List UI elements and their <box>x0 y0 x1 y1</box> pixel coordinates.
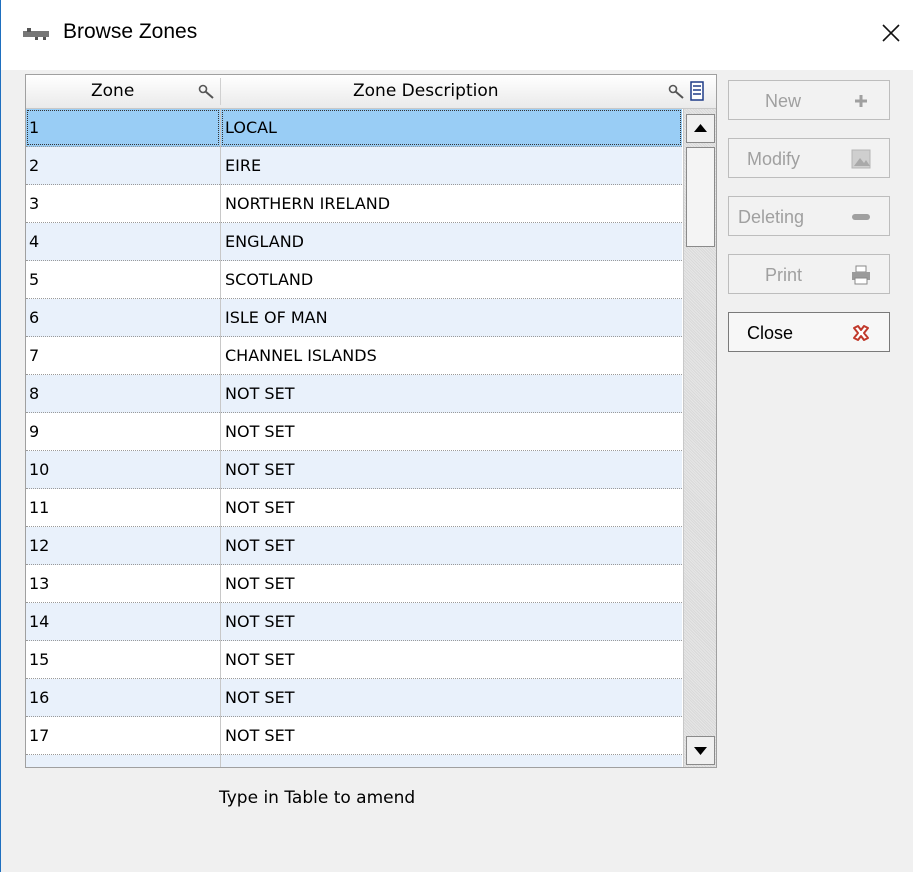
table-row[interactable]: 14 NOT SET <box>26 603 682 641</box>
table-header: Zone Zone Description <box>26 75 716 109</box>
header-separator <box>220 78 221 105</box>
scroll-up-button[interactable] <box>686 114 715 143</box>
table-row[interactable]: 12 NOT SET <box>26 527 682 565</box>
zone-cell[interactable]: 7 <box>26 337 220 374</box>
close-red-icon <box>853 325 869 341</box>
zone-description-cell[interactable]: ISLE OF MAN <box>221 299 682 336</box>
plus-icon <box>855 95 867 107</box>
scroll-down-button[interactable] <box>686 736 715 765</box>
arrow-up-icon <box>694 124 707 132</box>
close-icon[interactable] <box>874 16 908 50</box>
search-key-icon[interactable] <box>198 84 216 100</box>
zone-description-cell[interactable]: NOT SET <box>221 565 682 602</box>
title-bar: Browse Zones <box>1 0 913 70</box>
zone-description-cell[interactable]: CHANNEL ISLANDS <box>221 337 682 374</box>
table-body: 1 LOCAL 2 EIRE 3 NORTHERN IRELAND 4 ENGLAND 5 SCO… <box>26 109 682 767</box>
deleting-button[interactable]: Deleting <box>728 196 890 236</box>
arrow-down-icon <box>694 747 707 755</box>
zones-table[interactable]: Zone Zone Description 1 LOCAL 2 EIRE 3 N… <box>25 74 717 768</box>
table-row[interactable]: 13 NOT SET <box>26 565 682 603</box>
table-row[interactable]: 15 NOT SET <box>26 641 682 679</box>
printer-icon <box>852 265 870 285</box>
new-button-label: New <box>765 91 802 111</box>
deleting-button-label: Deleting <box>738 207 805 227</box>
zone-cell[interactable]: 16 <box>26 679 220 716</box>
table-row[interactable]: 2 EIRE <box>26 147 682 185</box>
minus-icon <box>852 214 870 220</box>
zone-description-cell[interactable]: NOT SET <box>221 603 682 640</box>
window-title: Browse Zones <box>63 20 198 43</box>
zone-cell[interactable]: 10 <box>26 451 220 488</box>
scroll-thumb[interactable] <box>686 147 715 247</box>
table-row[interactable]: 1 LOCAL <box>26 109 682 147</box>
zone-cell[interactable]: 9 <box>26 413 220 450</box>
table-row[interactable]: 8 NOT SET <box>26 375 682 413</box>
print-button[interactable]: Print <box>728 254 890 294</box>
browse-zones-window: Browse Zones Zone Zone Description 1 LOC… <box>0 0 913 872</box>
zone-cell[interactable]: 13 <box>26 565 220 602</box>
modify-button-label: Modify <box>747 149 801 169</box>
table-row[interactable]: 18NOT SET <box>26 755 682 767</box>
zone-description-cell[interactable]: NOT SET <box>221 641 682 678</box>
hint-text: Type in Table to amend <box>219 788 416 808</box>
zone-cell[interactable]: 14 <box>26 603 220 640</box>
zone-cell[interactable]: 15 <box>26 641 220 678</box>
table-row[interactable]: 9 NOT SET <box>26 413 682 451</box>
zone-cell[interactable]: 2 <box>26 147 220 184</box>
close-button-label: Close <box>747 323 794 343</box>
table-row[interactable]: 11 NOT SET <box>26 489 682 527</box>
zone-cell[interactable]: 8 <box>26 375 220 412</box>
table-row[interactable]: 7 CHANNEL ISLANDS <box>26 337 682 375</box>
zone-cell[interactable]: 18 <box>26 755 220 767</box>
zone-cell[interactable]: 17 <box>26 717 220 754</box>
zone-description-cell[interactable]: NOT SET <box>221 375 682 412</box>
zone-cell[interactable]: 11 <box>26 489 220 526</box>
column-header-description[interactable]: Zone Description <box>222 75 716 108</box>
zone-description-cell[interactable]: ENGLAND <box>221 223 682 260</box>
column-chooser-icon[interactable] <box>690 81 704 101</box>
table-row[interactable]: 5 SCOTLAND <box>26 261 682 299</box>
zone-description-cell[interactable]: NOT SET <box>221 451 682 488</box>
zone-cell[interactable]: 12 <box>26 527 220 564</box>
image-icon <box>851 149 871 169</box>
zone-description-cell[interactable]: NORTHERN IRELAND <box>221 185 682 222</box>
print-button-label: Print <box>765 265 803 285</box>
zone-cell[interactable]: 1 <box>26 109 220 146</box>
zone-cell[interactable]: 4 <box>26 223 220 260</box>
zone-description-cell[interactable]: NOT SET <box>221 489 682 526</box>
zone-description-cell[interactable]: NOT SET <box>221 413 682 450</box>
zone-cell[interactable]: 5 <box>26 261 220 298</box>
column-divider <box>220 109 221 767</box>
close-button[interactable]: Close <box>728 312 890 352</box>
table-row[interactable]: 3 NORTHERN IRELAND <box>26 185 682 223</box>
zone-description-cell[interactable]: SCOTLAND <box>221 261 682 298</box>
new-button[interactable]: New <box>728 80 890 120</box>
table-row[interactable]: 10 NOT SET <box>26 451 682 489</box>
table-row[interactable]: 4 ENGLAND <box>26 223 682 261</box>
table-row[interactable]: 16 NOT SET <box>26 679 682 717</box>
vertical-scrollbar[interactable] <box>683 109 716 767</box>
zone-description-cell[interactable]: EIRE <box>221 147 682 184</box>
zone-description-cell[interactable]: NOT SET <box>221 679 682 716</box>
zone-cell[interactable]: 3 <box>26 185 220 222</box>
column-header-zone[interactable]: Zone <box>26 75 220 108</box>
table-row[interactable]: 6 ISLE OF MAN <box>26 299 682 337</box>
zone-description-cell[interactable]: NOT SET <box>221 527 682 564</box>
modify-button[interactable]: Modify <box>728 138 890 178</box>
zone-description-cell[interactable]: NOT SET <box>221 717 682 754</box>
zone-description-cell[interactable]: NOT SET <box>221 755 682 767</box>
zone-cell[interactable]: 6 <box>26 299 220 336</box>
column-header-zone-label: Zone <box>91 81 135 101</box>
table-row[interactable]: 17 NOT SET <box>26 717 682 755</box>
search-key-icon[interactable] <box>668 84 686 100</box>
zone-description-cell[interactable]: LOCAL <box>221 109 682 146</box>
app-icon <box>23 28 49 40</box>
column-header-description-label: Zone Description <box>353 81 499 101</box>
